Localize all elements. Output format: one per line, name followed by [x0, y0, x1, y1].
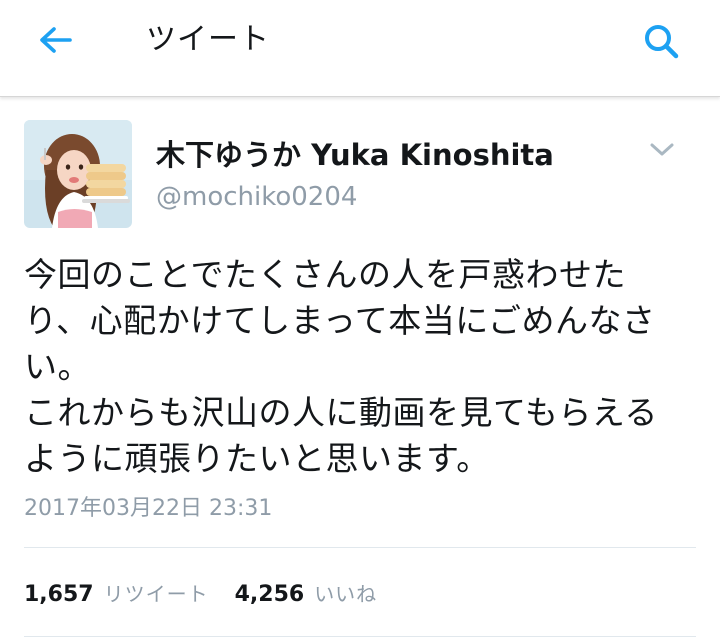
- retweet-count: 1,657: [24, 582, 94, 607]
- divider: [24, 636, 696, 637]
- avatar[interactable]: [24, 120, 132, 228]
- more-options-button[interactable]: [646, 136, 678, 164]
- tweet-text-line: り、心配かけてしまって本当にごめんなさ: [24, 301, 656, 340]
- back-button[interactable]: [32, 20, 80, 68]
- tweet-detail-screen: ツイート 木下ゆうか Yuka Kinoshita @mochiko0204 今…: [0, 0, 720, 643]
- chevron-down-icon: [650, 143, 674, 156]
- like-label: いいね: [314, 582, 378, 606]
- arrow-left-icon: [40, 27, 72, 53]
- user-handle[interactable]: @mochiko0204: [156, 180, 357, 214]
- avatar-photo: [24, 120, 132, 228]
- page-title: ツイート: [146, 22, 270, 57]
- tweet-text-line: ように頑張りたいと思います。: [24, 439, 490, 478]
- search-icon: [645, 25, 679, 59]
- tweet-text-line: これからも沢山の人に動画を見てもらえる: [24, 393, 658, 432]
- like-count: 4,256: [234, 582, 305, 607]
- tweet-timestamp: 2017年03月22日 23:31: [24, 496, 273, 521]
- retweet-label: リツイート: [103, 582, 209, 606]
- tweet-text: 今回のことでたくさんの人を戸惑わせた り、心配かけてしまって本当にごめんなさ い…: [24, 252, 696, 482]
- tweet-text-line: い。: [24, 347, 91, 386]
- like-stat[interactable]: 4,256 いいね: [235, 578, 378, 607]
- tweet-text-line: 今回のことでたくさんの人を戸惑わせた: [24, 255, 627, 294]
- tweet-stats: 1,657 リツイート 4,256 いいね: [24, 578, 377, 608]
- display-name[interactable]: 木下ゆうか Yuka Kinoshita: [156, 136, 554, 174]
- top-app-bar: ツイート: [0, 0, 720, 97]
- search-button[interactable]: [638, 18, 688, 68]
- divider: [24, 547, 696, 548]
- retweet-stat[interactable]: 1,657 リツイート: [24, 578, 209, 607]
